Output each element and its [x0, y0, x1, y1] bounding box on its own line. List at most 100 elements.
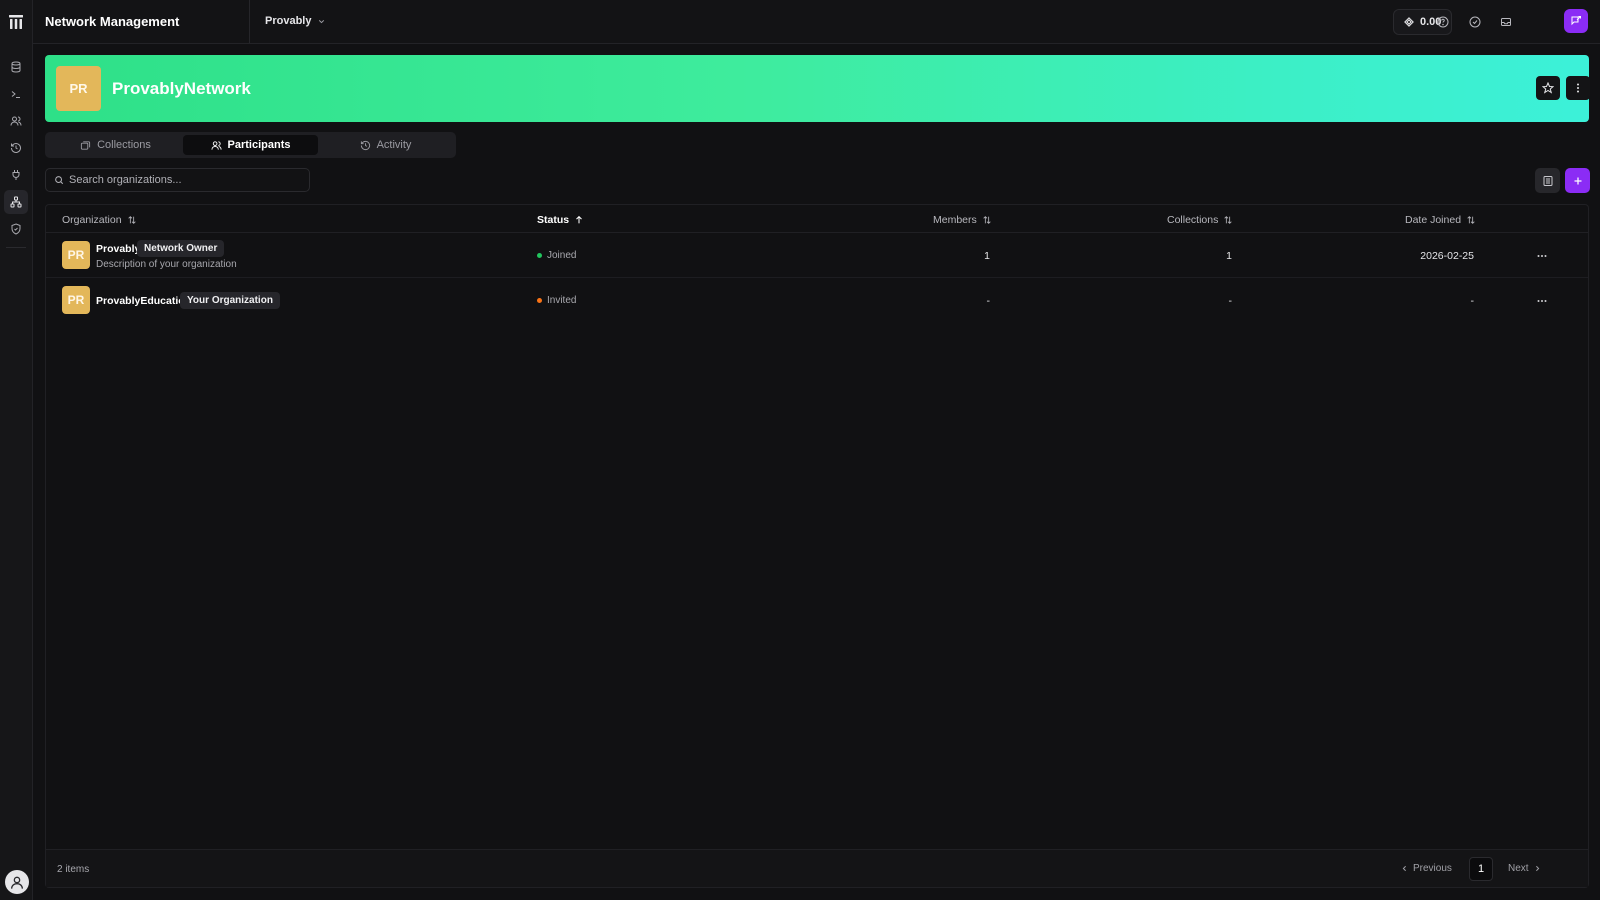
pagination-next-label: Next [1508, 863, 1529, 874]
terminal-icon [11, 91, 20, 98]
date-joined: 2026-02-25 [1420, 250, 1474, 262]
column-header-collections[interactable]: Collections [1167, 214, 1233, 226]
search-icon [55, 176, 64, 185]
more-options-button[interactable] [1566, 76, 1590, 100]
org-name[interactable]: ProvablyEducation [96, 295, 191, 307]
collections-count: 1 [1226, 250, 1232, 262]
table-row[interactable]: PR ProvablyEducation Your Organization I… [46, 278, 1588, 323]
date-joined: - [1470, 295, 1475, 307]
help-icon [1437, 16, 1449, 28]
collections-icon [81, 140, 91, 150]
user-icon [11, 876, 23, 889]
database-icon [11, 61, 21, 73]
user-avatar[interactable] [5, 870, 29, 894]
tab-activity-label: Activity [376, 139, 412, 151]
message-flag-icon [1571, 16, 1581, 26]
sidebar-item-network[interactable] [4, 190, 28, 214]
more-vertical-icon [1577, 83, 1579, 93]
status-label: Invited [547, 295, 577, 306]
tab-activity[interactable]: Activity [318, 135, 453, 155]
sidebar-divider [6, 247, 26, 248]
tab-participants-label: Participants [227, 139, 291, 151]
chevron-right-icon [1535, 865, 1539, 872]
users-icon [10, 116, 22, 126]
column-header-organization[interactable]: Organization [62, 214, 137, 226]
chevron-down-icon [319, 19, 325, 23]
top-bar: Network Management Provably 0.00 [33, 0, 1600, 44]
collections-count: - [1228, 295, 1233, 307]
column-label: Date Joined [1405, 214, 1462, 226]
column-header-status[interactable]: Status [537, 214, 584, 226]
export-button[interactable] [1535, 168, 1560, 193]
history-icon [360, 140, 370, 150]
pagination-page-1[interactable]: 1 [1469, 857, 1493, 881]
org-avatar: PR [62, 241, 90, 269]
sidebar-item-history[interactable] [4, 136, 28, 160]
sort-icon [983, 216, 991, 224]
search-box [45, 168, 310, 192]
participants-table: Organization Status Members Collections … [45, 204, 1589, 888]
favorite-button[interactable] [1536, 76, 1560, 100]
status-label: Joined [547, 250, 577, 261]
status-badge: Invited [537, 295, 576, 306]
table-header: Organization Status Members Collections … [46, 205, 1588, 233]
page-title: Network Management [45, 14, 180, 29]
inbox-icon [1501, 18, 1511, 26]
table-footer: 2 items Previous 1 Next [46, 849, 1588, 887]
org-avatar: PR [62, 286, 90, 314]
diamond-icon [1404, 17, 1414, 27]
feedback-button[interactable] [1564, 9, 1588, 33]
app-logo-icon[interactable] [0, 0, 33, 44]
status-badge: Joined [537, 250, 576, 261]
row-actions-button[interactable] [1533, 294, 1551, 308]
network-title: ProvablyNetwork [112, 79, 251, 98]
network-avatar: PR [56, 66, 101, 111]
sidebar-item-terminal[interactable] [4, 82, 28, 106]
pagination-previous-button[interactable]: Previous [1400, 863, 1452, 874]
tab-participants[interactable]: Participants [183, 135, 318, 155]
network-banner: PR ProvablyNetwork [45, 55, 1590, 122]
org-name[interactable]: Provably [96, 243, 140, 255]
column-label: Status [537, 214, 570, 226]
more-horizontal-icon [1537, 300, 1547, 302]
tasks-button[interactable] [1465, 12, 1485, 32]
column-header-members[interactable]: Members [933, 214, 992, 226]
org-description: Description of your organization [96, 259, 237, 270]
sidebar-item-security[interactable] [4, 217, 28, 241]
sidebar-item-database[interactable] [4, 55, 28, 79]
column-label: Members [933, 214, 977, 226]
shield-icon [11, 223, 21, 235]
sidebar [0, 0, 33, 900]
members-count: 1 [984, 250, 990, 262]
sort-ascending-icon [576, 215, 582, 224]
help-button[interactable] [1433, 12, 1453, 32]
search-input[interactable] [69, 174, 289, 186]
inbox-button[interactable] [1496, 12, 1516, 32]
item-count: 2 items [57, 864, 90, 875]
add-participant-button[interactable] [1565, 168, 1590, 193]
sidebar-item-integrations[interactable] [4, 163, 28, 187]
history-icon [11, 143, 21, 153]
sort-icon [127, 216, 136, 224]
sort-icon [1224, 216, 1232, 224]
status-dot [537, 253, 542, 258]
pagination-next-button[interactable]: Next [1508, 863, 1542, 874]
column-label: Organization [62, 214, 122, 226]
column-label: Collections [1167, 214, 1219, 226]
star-icon [1542, 82, 1554, 94]
org-switcher-label: Provably [265, 15, 312, 27]
sidebar-item-users[interactable] [4, 109, 28, 133]
tab-collections[interactable]: Collections [48, 135, 183, 155]
org-switcher[interactable]: Provably [265, 15, 326, 27]
role-badge: Network Owner [137, 240, 225, 257]
row-actions-button[interactable] [1533, 249, 1551, 263]
more-horizontal-icon [1537, 255, 1547, 257]
table-row[interactable]: PR Provably Network Owner Description of… [46, 233, 1588, 278]
status-dot [537, 298, 542, 303]
export-icon [1543, 175, 1552, 186]
column-header-date-joined[interactable]: Date Joined [1405, 214, 1476, 226]
members-count: - [986, 295, 991, 307]
tab-bar: Collections Participants Activity [45, 132, 456, 158]
chevron-left-icon [1402, 865, 1406, 872]
plus-icon [1574, 177, 1581, 184]
